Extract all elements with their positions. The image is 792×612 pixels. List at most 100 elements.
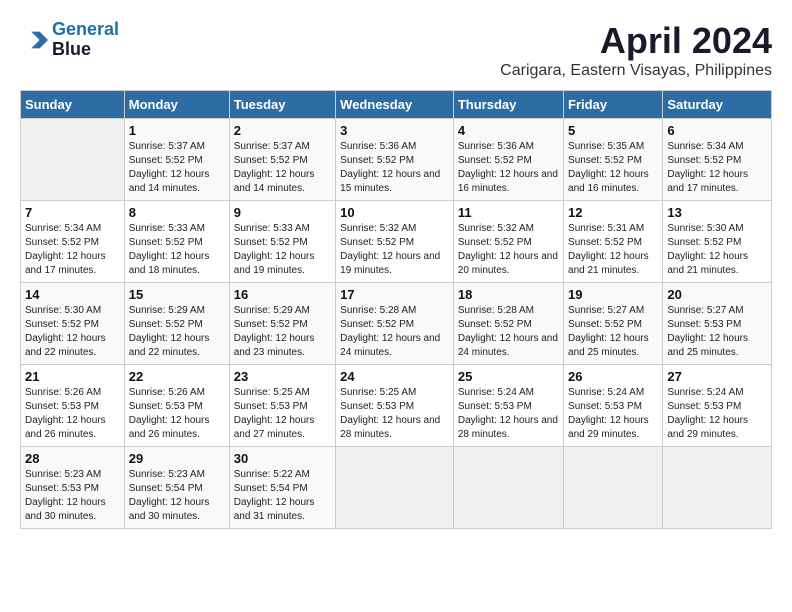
calendar-cell: 25 Sunrise: 5:24 AMSunset: 5:53 PMDayligh…	[453, 365, 563, 447]
day-number: 12	[568, 205, 658, 220]
day-info: Sunrise: 5:33 AMSunset: 5:52 PMDaylight:…	[129, 222, 225, 278]
day-info: Sunrise: 5:28 AMSunset: 5:52 PMDaylight:…	[458, 304, 559, 360]
day-info: Sunrise: 5:24 AMSunset: 5:53 PMDaylight:…	[568, 386, 658, 442]
day-number: 25	[458, 369, 559, 384]
calendar-cell: 7Sunrise: 5:34 AMSunset: 5:52 PMDaylight…	[21, 201, 125, 283]
day-number: 10	[340, 205, 449, 220]
day-number: 20	[667, 287, 767, 302]
header-cell-sunday: Sunday	[21, 91, 125, 119]
day-number: 28	[25, 451, 120, 466]
day-number: 18	[458, 287, 559, 302]
day-info: Sunrise: 5:24 AMSunset: 5:53 PMDaylight:…	[458, 386, 559, 442]
calendar-cell: 9Sunrise: 5:33 AMSunset: 5:52 PMDaylight…	[229, 201, 335, 283]
day-number: 23	[234, 369, 331, 384]
day-info: Sunrise: 5:23 AMSunset: 5:53 PMDaylight:…	[25, 468, 120, 524]
day-number: 17	[340, 287, 449, 302]
calendar-cell: 11Sunrise: 5:32 AMSunset: 5:52 PMDayligh…	[453, 201, 563, 283]
week-row-5: 28 Sunrise: 5:23 AMSunset: 5:53 PMDayligh…	[21, 447, 772, 529]
calendar-cell: 30 Sunrise: 5:22 AMSunset: 5:54 PMDayligh…	[229, 447, 335, 529]
calendar-cell: 15 Sunrise: 5:29 AMSunset: 5:52 PMDayligh…	[124, 283, 229, 365]
header-cell-wednesday: Wednesday	[336, 91, 454, 119]
calendar-cell: 4 Sunrise: 5:36 AMSunset: 5:52 PMDaylight…	[453, 119, 563, 201]
calendar-cell: 29Sunrise: 5:23 AMSunset: 5:54 PMDayligh…	[124, 447, 229, 529]
calendar-cell: 24 Sunrise: 5:25 AMSunset: 5:53 PMDayligh…	[336, 365, 454, 447]
day-number: 5	[568, 123, 658, 138]
day-number: 2	[234, 123, 331, 138]
day-number: 30	[234, 451, 331, 466]
calendar-cell: 6 Sunrise: 5:34 AMSunset: 5:52 PMDaylight…	[663, 119, 772, 201]
calendar-cell: 1 Sunrise: 5:37 AMSunset: 5:52 PMDaylight…	[124, 119, 229, 201]
day-number: 8	[129, 205, 225, 220]
day-info: Sunrise: 5:23 AMSunset: 5:54 PMDaylight:…	[129, 468, 225, 524]
header-cell-saturday: Saturday	[663, 91, 772, 119]
calendar-cell: 12 Sunrise: 5:31 AMSunset: 5:52 PMDayligh…	[564, 201, 663, 283]
day-number: 1	[129, 123, 225, 138]
day-info: Sunrise: 5:34 AMSunset: 5:52 PMDaylight:…	[667, 140, 767, 196]
day-info: Sunrise: 5:30 AMSunset: 5:52 PMDaylight:…	[25, 304, 120, 360]
day-info: Sunrise: 5:29 AMSunset: 5:52 PMDaylight:…	[234, 304, 331, 360]
day-info: Sunrise: 5:24 AMSunset: 5:53 PMDaylight:…	[667, 386, 767, 442]
day-info: Sunrise: 5:22 AMSunset: 5:54 PMDaylight:…	[234, 468, 331, 524]
day-number: 16	[234, 287, 331, 302]
day-info: Sunrise: 5:36 AMSunset: 5:52 PMDaylight:…	[340, 140, 449, 196]
logo-text: General Blue	[52, 20, 119, 60]
day-info: Sunrise: 5:26 AMSunset: 5:53 PMDaylight:…	[25, 386, 120, 442]
calendar-cell	[663, 447, 772, 529]
day-info: Sunrise: 5:25 AMSunset: 5:53 PMDaylight:…	[340, 386, 449, 442]
week-row-2: 7Sunrise: 5:34 AMSunset: 5:52 PMDaylight…	[21, 201, 772, 283]
day-info: Sunrise: 5:37 AMSunset: 5:52 PMDaylight:…	[234, 140, 331, 196]
day-info: Sunrise: 5:29 AMSunset: 5:52 PMDaylight:…	[129, 304, 225, 360]
day-number: 22	[129, 369, 225, 384]
day-info: Sunrise: 5:33 AMSunset: 5:52 PMDaylight:…	[234, 222, 331, 278]
calendar-cell: 27 Sunrise: 5:24 AMSunset: 5:53 PMDayligh…	[663, 365, 772, 447]
calendar-table: SundayMondayTuesdayWednesdayThursdayFrid…	[20, 90, 772, 529]
day-info: Sunrise: 5:26 AMSunset: 5:53 PMDaylight:…	[129, 386, 225, 442]
calendar-cell	[336, 447, 454, 529]
day-number: 19	[568, 287, 658, 302]
day-number: 21	[25, 369, 120, 384]
calendar-cell	[564, 447, 663, 529]
week-row-4: 21 Sunrise: 5:26 AMSunset: 5:53 PMDayligh…	[21, 365, 772, 447]
calendar-cell: 28 Sunrise: 5:23 AMSunset: 5:53 PMDayligh…	[21, 447, 125, 529]
calendar-cell: 3 Sunrise: 5:36 AMSunset: 5:52 PMDaylight…	[336, 119, 454, 201]
header: General Blue April 2024 Carigara, Easter…	[20, 20, 772, 80]
day-number: 3	[340, 123, 449, 138]
day-info: Sunrise: 5:27 AMSunset: 5:53 PMDaylight:…	[667, 304, 767, 360]
day-info: Sunrise: 5:36 AMSunset: 5:52 PMDaylight:…	[458, 140, 559, 196]
day-info: Sunrise: 5:35 AMSunset: 5:52 PMDaylight:…	[568, 140, 658, 196]
header-cell-thursday: Thursday	[453, 91, 563, 119]
header-row: SundayMondayTuesdayWednesdayThursdayFrid…	[21, 91, 772, 119]
subtitle: Carigara, Eastern Visayas, Philippines	[500, 62, 772, 80]
day-number: 24	[340, 369, 449, 384]
week-row-1: 1 Sunrise: 5:37 AMSunset: 5:52 PMDaylight…	[21, 119, 772, 201]
day-info: Sunrise: 5:32 AMSunset: 5:52 PMDaylight:…	[458, 222, 559, 278]
day-info: Sunrise: 5:25 AMSunset: 5:53 PMDaylight:…	[234, 386, 331, 442]
calendar-cell: 10Sunrise: 5:32 AMSunset: 5:52 PMDayligh…	[336, 201, 454, 283]
logo-icon	[20, 26, 48, 54]
day-info: Sunrise: 5:37 AMSunset: 5:52 PMDaylight:…	[129, 140, 225, 196]
day-number: 15	[129, 287, 225, 302]
calendar-cell: 8 Sunrise: 5:33 AMSunset: 5:52 PMDaylight…	[124, 201, 229, 283]
main-title: April 2024	[500, 20, 772, 62]
day-info: Sunrise: 5:28 AMSunset: 5:52 PMDaylight:…	[340, 304, 449, 360]
day-info: Sunrise: 5:27 AMSunset: 5:52 PMDaylight:…	[568, 304, 658, 360]
calendar-cell: 5 Sunrise: 5:35 AMSunset: 5:52 PMDaylight…	[564, 119, 663, 201]
day-number: 13	[667, 205, 767, 220]
day-info: Sunrise: 5:30 AMSunset: 5:52 PMDaylight:…	[667, 222, 767, 278]
calendar-cell	[21, 119, 125, 201]
calendar-cell: 20 Sunrise: 5:27 AMSunset: 5:53 PMDayligh…	[663, 283, 772, 365]
header-cell-tuesday: Tuesday	[229, 91, 335, 119]
day-number: 27	[667, 369, 767, 384]
calendar-cell: 16 Sunrise: 5:29 AMSunset: 5:52 PMDayligh…	[229, 283, 335, 365]
calendar-cell: 17 Sunrise: 5:28 AMSunset: 5:52 PMDayligh…	[336, 283, 454, 365]
header-cell-friday: Friday	[564, 91, 663, 119]
calendar-cell: 2 Sunrise: 5:37 AMSunset: 5:52 PMDaylight…	[229, 119, 335, 201]
day-number: 6	[667, 123, 767, 138]
day-number: 4	[458, 123, 559, 138]
day-number: 14	[25, 287, 120, 302]
calendar-cell: 23 Sunrise: 5:25 AMSunset: 5:53 PMDayligh…	[229, 365, 335, 447]
day-info: Sunrise: 5:31 AMSunset: 5:52 PMDaylight:…	[568, 222, 658, 278]
calendar-cell: 13 Sunrise: 5:30 AMSunset: 5:52 PMDayligh…	[663, 201, 772, 283]
day-number: 26	[568, 369, 658, 384]
day-info: Sunrise: 5:34 AMSunset: 5:52 PMDaylight:…	[25, 222, 120, 278]
